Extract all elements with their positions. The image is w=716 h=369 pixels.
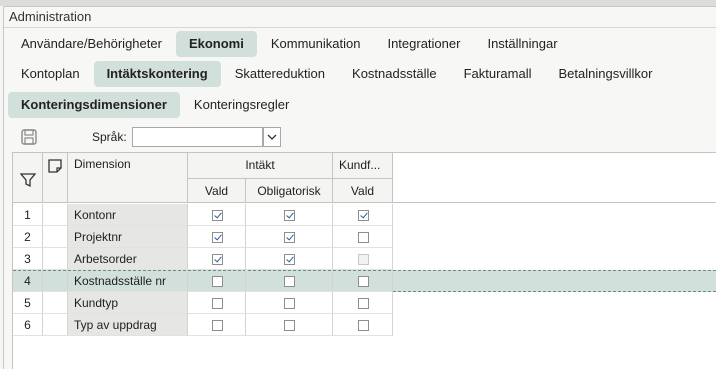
oblig-checkbox[interactable]	[284, 275, 295, 287]
vald-checkbox[interactable]	[211, 209, 223, 221]
kund-checkbox[interactable]	[357, 209, 369, 221]
vald-checkbox[interactable]	[211, 319, 223, 331]
oblig-cell[interactable]	[246, 226, 333, 248]
vald-header[interactable]: Vald	[188, 179, 246, 203]
row-number: 3	[13, 248, 43, 270]
oblig-checkbox[interactable]	[284, 319, 295, 331]
note-icon	[48, 159, 62, 173]
kund-checkbox[interactable]	[357, 275, 369, 287]
vald-cell[interactable]	[188, 204, 246, 226]
tab-kommunikation[interactable]: Kommunikation	[258, 31, 374, 57]
tab-installningar[interactable]: Inställningar	[474, 31, 570, 57]
oblig-cell[interactable]	[246, 248, 333, 270]
vald-cell[interactable]	[188, 226, 246, 248]
tab-konteringsregler[interactable]: Konteringsregler	[181, 92, 302, 118]
tabs-level3: Konteringsdimensioner Konteringsregler	[8, 92, 303, 120]
vald-checkbox[interactable]	[211, 297, 223, 309]
title-divider	[4, 27, 716, 28]
kund-group-header: Kundf...	[333, 153, 393, 179]
vald-header-label: Vald	[204, 184, 229, 198]
tab-skattereduktion[interactable]: Skattereduktion	[222, 61, 338, 87]
window-title: Administration	[9, 9, 92, 24]
oblig-checkbox[interactable]	[284, 297, 295, 309]
language-dropdown-button[interactable]	[263, 127, 281, 147]
row-note-cell	[43, 226, 68, 248]
vald-cell[interactable]	[188, 314, 246, 336]
kund-cell[interactable]	[333, 270, 393, 292]
vald-cell[interactable]	[188, 270, 246, 292]
vald-cell[interactable]	[188, 248, 246, 270]
save-icon[interactable]	[20, 128, 38, 146]
oblig-cell[interactable]	[246, 292, 333, 314]
chevron-down-icon	[267, 134, 277, 140]
row-note-cell	[43, 314, 68, 336]
kund-cell[interactable]	[333, 292, 393, 314]
obligatorisk-header-label: Obligatorisk	[257, 184, 321, 198]
dimension-name-cell: Projektnr	[68, 226, 188, 248]
note-header[interactable]	[43, 153, 68, 203]
row-number: 5	[13, 292, 43, 314]
kund-vald-header-label: Vald	[350, 184, 375, 198]
dimension-header[interactable]: Dimension	[68, 153, 188, 203]
kund-group-label: Kundf...	[339, 158, 381, 172]
kund-cell[interactable]	[333, 314, 393, 336]
dimension-name-cell: Arbetsorder	[68, 248, 188, 270]
dimension-name-cell: Kostnadsställe nr	[68, 270, 188, 292]
vald-checkbox[interactable]	[211, 275, 223, 287]
vald-cell[interactable]	[188, 292, 246, 314]
intakt-group-label: Intäkt	[245, 158, 275, 172]
language-select[interactable]	[132, 127, 263, 147]
dimension-name-cell: Typ av uppdrag	[68, 314, 188, 336]
kund-checkbox[interactable]	[357, 297, 369, 309]
tabs-level2: Kontoplan Intäktskontering Skatteredukti…	[8, 61, 666, 89]
row-note-cell	[43, 204, 68, 226]
oblig-cell[interactable]	[246, 204, 333, 226]
tab-kostnadsstalle[interactable]: Kostnadsställe	[339, 61, 450, 87]
filter-icon	[20, 173, 36, 188]
row-number: 2	[13, 226, 43, 248]
tab-kontoplan[interactable]: Kontoplan	[8, 61, 93, 87]
oblig-checkbox[interactable]	[284, 209, 295, 221]
oblig-checkbox[interactable]	[284, 253, 295, 265]
tab-intaktskontering[interactable]: Intäktskontering	[93, 61, 221, 87]
tab-integrationer[interactable]: Integrationer	[374, 31, 473, 57]
vald-checkbox[interactable]	[211, 231, 223, 243]
kund-cell[interactable]	[333, 226, 393, 248]
row-note-cell	[43, 248, 68, 270]
kund-checkbox[interactable]	[357, 253, 369, 265]
empty-header-area	[393, 153, 716, 203]
oblig-checkbox[interactable]	[284, 231, 295, 243]
oblig-cell[interactable]	[246, 270, 333, 292]
tab-konteringsdimensioner[interactable]: Konteringsdimensioner	[8, 92, 180, 118]
dimension-header-label: Dimension	[74, 157, 131, 171]
dimension-name-cell: Kundtyp	[68, 292, 188, 314]
tab-ekonomi[interactable]: Ekonomi	[175, 31, 257, 57]
filter-header[interactable]	[13, 153, 43, 203]
row-number: 1	[13, 204, 43, 226]
row-number: 4	[13, 270, 43, 292]
kund-cell[interactable]	[333, 204, 393, 226]
tabs-level1: Användare/Behörigheter Ekonomi Kommunika…	[8, 31, 572, 59]
dimension-name-cell: Kontonr	[68, 204, 188, 226]
tab-anvandare[interactable]: Användare/Behörigheter	[8, 31, 175, 57]
kund-vald-header[interactable]: Vald	[333, 179, 393, 203]
intakt-group-header: Intäkt	[188, 153, 333, 179]
kund-checkbox[interactable]	[357, 319, 369, 331]
tab-fakturamall[interactable]: Fakturamall	[451, 61, 545, 87]
vald-checkbox[interactable]	[211, 253, 223, 265]
kund-cell[interactable]	[333, 248, 393, 270]
row-note-cell	[43, 270, 68, 292]
row-number: 6	[13, 314, 43, 336]
tab-betalningsvillkor[interactable]: Betalningsvillkor	[546, 61, 666, 87]
kund-checkbox[interactable]	[357, 231, 369, 243]
oblig-cell[interactable]	[246, 314, 333, 336]
obligatorisk-header[interactable]: Obligatorisk	[246, 179, 333, 203]
row-note-cell	[43, 292, 68, 314]
language-label: Språk:	[92, 130, 127, 144]
